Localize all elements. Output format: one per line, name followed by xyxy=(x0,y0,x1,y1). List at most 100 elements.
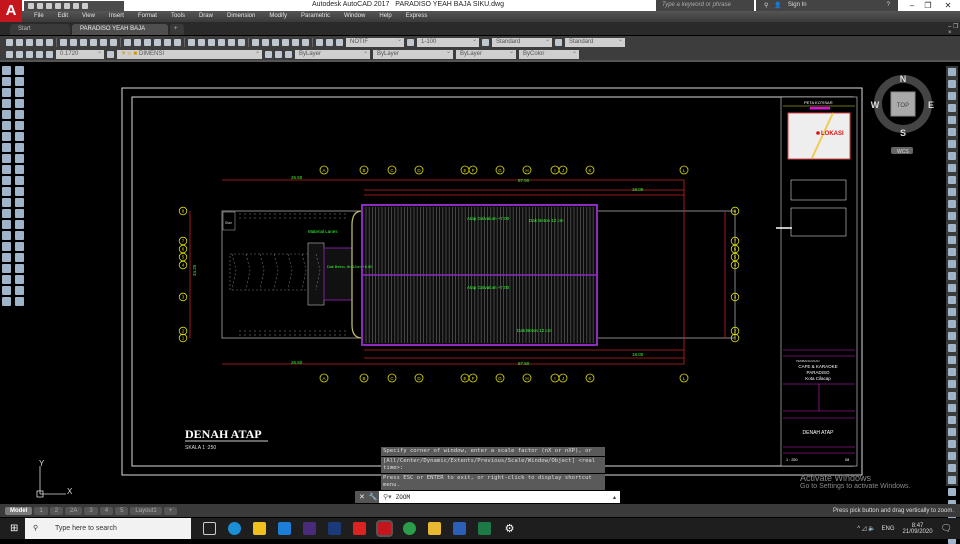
modify-tool-icon[interactable] xyxy=(948,260,956,268)
drawing-window-controls[interactable]: – ❐ × xyxy=(948,23,960,36)
menu-modify[interactable]: Modify xyxy=(262,11,294,22)
menu-edit[interactable]: Edit xyxy=(51,11,75,22)
toolbar-tool-icon[interactable] xyxy=(100,39,107,46)
save-icon[interactable] xyxy=(46,3,52,9)
modify-tool-icon[interactable] xyxy=(948,140,956,148)
command-line[interactable]: ✕ 🔧 ⚲▾ ZOOM ▴ xyxy=(355,491,620,503)
modify-tool-icon[interactable] xyxy=(948,272,956,280)
tab-start[interactable]: Start xyxy=(10,24,70,35)
modify-tool-icon[interactable] xyxy=(948,404,956,412)
settings-icon[interactable]: ⚙ xyxy=(503,522,516,535)
lineweight-input[interactable]: 0.1720 xyxy=(56,48,104,59)
command-history-toggle[interactable]: ▴ xyxy=(613,494,616,501)
windows-start-icon[interactable]: ⊞ xyxy=(10,523,18,534)
multileader-style-dropdown[interactable]: Standard xyxy=(565,36,625,47)
modify-tool-icon[interactable] xyxy=(948,92,956,100)
search-input[interactable]: Type a keyword or phrase xyxy=(656,0,754,11)
layer-tool-icon[interactable] xyxy=(275,51,282,58)
menu-window[interactable]: Window xyxy=(337,11,372,22)
toolbar-tool-icon[interactable] xyxy=(70,39,77,46)
toolbar-tool-icon[interactable] xyxy=(124,39,131,46)
layer-tool-icon[interactable] xyxy=(6,51,13,58)
menu-format[interactable]: Format xyxy=(131,11,164,22)
table-style-dropdown[interactable]: Standard xyxy=(492,36,552,47)
modify-tool-icon[interactable] xyxy=(948,476,956,484)
wcs-label[interactable]: WCS xyxy=(897,149,909,155)
layout-tab-2[interactable]: 2 xyxy=(49,506,64,515)
menu-dimension[interactable]: Dimension xyxy=(220,11,262,22)
edge-icon[interactable] xyxy=(228,522,241,535)
plotstyle-dropdown[interactable]: ByColor xyxy=(519,48,579,59)
word-icon[interactable] xyxy=(453,522,466,535)
acrobat-icon[interactable] xyxy=(353,522,366,535)
tab-drawing[interactable]: PARADISO YEAH BAJA SIKU* × xyxy=(72,24,168,43)
menu-draw[interactable]: Draw xyxy=(192,11,220,22)
drawing-canvas[interactable]: A A B B C C D D E E F F G G H H I I J J K K L L 8 8 7 7 6 6 5 5 4 4 3 3 2 2 1 1… xyxy=(0,64,945,504)
toolbar-tool-icon[interactable] xyxy=(16,39,23,46)
modify-tool-icon[interactable] xyxy=(948,248,956,256)
chrome-icon[interactable] xyxy=(403,522,416,535)
style-icon[interactable] xyxy=(555,39,562,46)
toolbar-tool-icon[interactable] xyxy=(80,39,87,46)
print-icon[interactable] xyxy=(64,3,70,9)
modify-tool-icon[interactable] xyxy=(948,80,956,88)
layout-tab-+[interactable]: + xyxy=(163,506,178,515)
clock[interactable]: 8:47 21/09/2020 xyxy=(903,523,933,535)
modify-tool-icon[interactable] xyxy=(948,368,956,376)
layout-tab-3[interactable]: 3 xyxy=(84,506,98,515)
undo-icon[interactable] xyxy=(73,3,79,9)
modify-tool-icon[interactable] xyxy=(948,356,956,364)
toolbar-tool-icon[interactable] xyxy=(252,39,259,46)
modify-tool-icon[interactable] xyxy=(948,296,956,304)
close-command-icon[interactable]: ✕ xyxy=(359,493,365,501)
modify-tool-icon[interactable] xyxy=(948,488,956,496)
restore-button[interactable]: ❐ xyxy=(918,0,938,11)
toolbar-tool-icon[interactable] xyxy=(174,39,181,46)
modify-tool-icon[interactable] xyxy=(948,116,956,124)
compass-east[interactable]: E xyxy=(928,100,934,110)
modify-tool-icon[interactable] xyxy=(948,176,956,184)
notifications-icon[interactable]: 🗨 xyxy=(941,523,952,534)
customize-icon[interactable]: 🔧 xyxy=(369,493,378,501)
mail-icon[interactable] xyxy=(278,522,291,535)
menu-express[interactable]: Express xyxy=(399,11,435,22)
taskbar-search[interactable]: ⚲ Type here to search xyxy=(25,518,191,539)
lineweight-dropdown[interactable]: ByLayer xyxy=(456,48,516,59)
layer-tool-icon[interactable] xyxy=(265,51,272,58)
modify-tool-icon[interactable] xyxy=(948,416,956,424)
layout-tab-layout1[interactable]: Layout1 xyxy=(130,506,162,515)
modify-tool-icon[interactable] xyxy=(948,440,956,448)
open-icon[interactable] xyxy=(37,3,43,9)
toolbar-tool-icon[interactable] xyxy=(282,39,289,46)
modify-tool-icon[interactable] xyxy=(948,188,956,196)
menu-insert[interactable]: Insert xyxy=(102,11,131,22)
excel-icon[interactable] xyxy=(478,522,491,535)
layer-tool-icon[interactable] xyxy=(26,51,33,58)
new-tab-button[interactable]: + xyxy=(170,24,184,35)
modify-tool-icon[interactable] xyxy=(948,428,956,436)
menu-file[interactable]: File xyxy=(27,11,51,22)
toolbar-tool-icon[interactable] xyxy=(46,39,53,46)
toolbar-tool-icon[interactable] xyxy=(228,39,235,46)
command-search-icon[interactable]: ⚲▾ xyxy=(383,493,392,501)
color-dropdown[interactable]: ByLayer xyxy=(295,48,370,59)
toolbar-tool-icon[interactable] xyxy=(316,39,323,46)
compass-west[interactable]: W xyxy=(871,100,880,110)
toolbar-tool-icon[interactable] xyxy=(208,39,215,46)
modify-tool-icon[interactable] xyxy=(948,224,956,232)
viewcube-top-label[interactable]: TOP xyxy=(897,103,909,109)
toolbar-tool-icon[interactable] xyxy=(154,39,161,46)
toolbar-tool-icon[interactable] xyxy=(272,39,279,46)
photoshop-icon[interactable] xyxy=(328,522,341,535)
sign-in-button[interactable]: ⚲ 👤 Sign In? xyxy=(756,0,898,11)
redo-icon[interactable] xyxy=(82,3,88,9)
modify-tool-icon[interactable] xyxy=(948,212,956,220)
autocad-taskbar-icon[interactable] xyxy=(376,520,393,537)
toolbar-tool-icon[interactable] xyxy=(292,39,299,46)
modify-tool-icon[interactable] xyxy=(948,452,956,460)
modify-tool-icon[interactable] xyxy=(948,104,956,112)
toolbar-tool-icon[interactable] xyxy=(198,39,205,46)
text-style-dropdown[interactable]: NOTIF xyxy=(346,36,404,47)
layout-tab-1[interactable]: 1 xyxy=(34,506,48,515)
toolbar-tool-icon[interactable] xyxy=(110,39,117,46)
